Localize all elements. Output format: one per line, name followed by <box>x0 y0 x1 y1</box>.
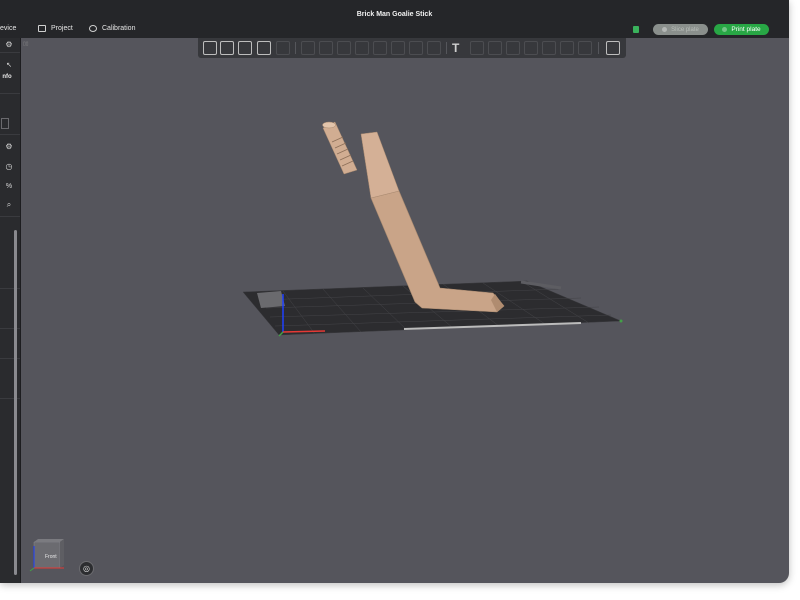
plate-label-marker <box>257 291 285 308</box>
slice-dropdown-icon <box>662 27 668 32</box>
tab-project-label: Project <box>51 25 73 32</box>
scale-icon[interactable] <box>337 41 351 55</box>
info-tab-label[interactable]: nfo <box>0 72 14 83</box>
cut-icon[interactable] <box>373 41 387 55</box>
auto-orient-icon[interactable] <box>238 41 252 55</box>
slice-plate-label: Slice plate <box>671 26 699 33</box>
seam-paint-icon[interactable] <box>409 41 423 55</box>
assembly-view-icon[interactable] <box>606 41 620 55</box>
left-sidebar: ⚙ ↖ nfo ⚙ ◷ % ⌕ <box>0 38 21 583</box>
tab-calibration-label: Calibration <box>102 25 136 32</box>
app-window: Brick Man Goalie Stick evice Project Cal… <box>0 0 789 583</box>
view-navigation-cube[interactable]: Front <box>28 538 66 572</box>
color-swatch[interactable] <box>1 118 9 129</box>
color-paint-icon[interactable] <box>427 41 441 55</box>
split-icon[interactable] <box>276 41 290 55</box>
print-plate-button[interactable]: Print plate <box>714 24 769 35</box>
move-icon[interactable] <box>301 41 315 55</box>
reset-view-icon[interactable]: ◎ <box>79 561 94 576</box>
text-tool-icon[interactable]: T <box>452 41 466 55</box>
assembly-icon[interactable] <box>488 41 502 55</box>
timer-icon[interactable]: ◷ <box>3 161 15 172</box>
sidebar-scrollbar[interactable] <box>14 230 17 575</box>
lay-on-face-icon[interactable] <box>355 41 369 55</box>
y-axis-end <box>619 319 623 323</box>
calibration-icon <box>89 25 97 32</box>
cursor-icon: ↖ <box>6 62 12 69</box>
3d-viewport[interactable] <box>21 38 789 583</box>
measure-icon[interactable] <box>470 41 484 55</box>
x-axis <box>282 330 326 333</box>
add-object-icon[interactable] <box>203 41 217 55</box>
tab-device[interactable]: evice <box>0 25 16 32</box>
cube-front-label: Front <box>45 554 57 560</box>
plate-settings-icon[interactable] <box>257 41 271 55</box>
mesh-boolean-icon[interactable] <box>506 41 520 55</box>
search-icon[interactable]: ⌕ <box>3 199 15 210</box>
percent-icon[interactable]: % <box>3 181 15 192</box>
settings-gear-icon[interactable]: ⚙ <box>3 39 15 50</box>
project-icon <box>38 25 46 32</box>
rotate-icon[interactable] <box>319 41 333 55</box>
save-icon[interactable] <box>633 26 639 33</box>
arrange-icon[interactable] <box>220 41 234 55</box>
object-toolbar: T <box>198 38 626 58</box>
brim-ears-icon[interactable] <box>542 41 556 55</box>
support-paint-icon[interactable] <box>391 41 405 55</box>
tab-project[interactable]: Project <box>38 25 73 32</box>
fill-icon[interactable] <box>578 41 592 55</box>
slice-plate-button[interactable]: Slice plate <box>653 24 708 35</box>
tab-calibration[interactable]: Calibration <box>89 25 135 32</box>
simplify-icon[interactable] <box>560 41 574 55</box>
variable-layer-icon[interactable] <box>524 41 538 55</box>
tab-device-label: evice <box>0 25 17 32</box>
title-bar: Brick Man Goalie Stick evice Project Cal… <box>0 0 789 38</box>
window-title: Brick Man Goalie Stick <box>356 11 433 18</box>
print-dropdown-icon <box>722 27 728 32</box>
gear-icon[interactable]: ⚙ <box>3 141 15 152</box>
print-plate-label: Print plate <box>731 26 761 33</box>
